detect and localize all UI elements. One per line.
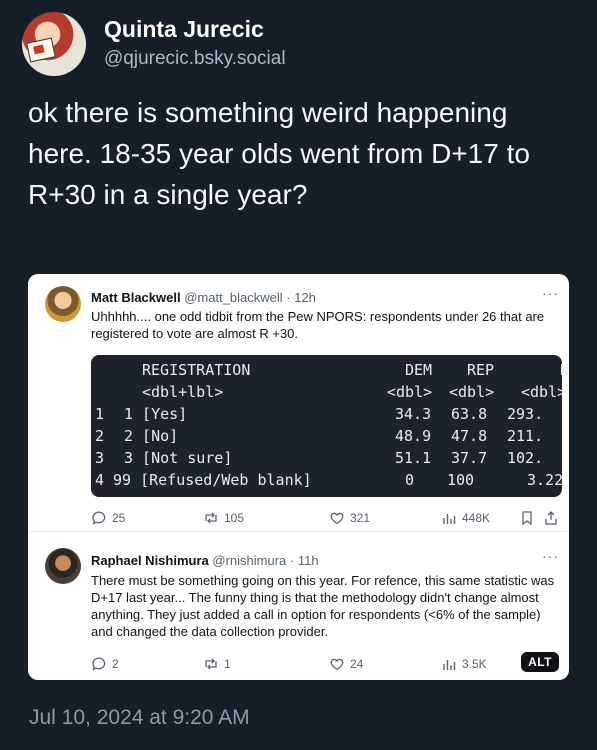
reply-button[interactable]: 2 [91, 656, 119, 672]
row-index: 4 [95, 471, 105, 489]
cell-dem: 51.1 [395, 449, 432, 467]
tweet-avatar [45, 286, 81, 322]
cell-dem: 48.9 [395, 427, 432, 445]
like-button[interactable]: 321 [329, 510, 370, 526]
repost-count: 1 [224, 657, 231, 671]
cell-n: 3.22 [527, 471, 564, 489]
row-index: 1 [95, 405, 105, 423]
tweet-avatar [45, 548, 81, 584]
cell-dem: 0 [405, 471, 415, 489]
author-names: Quinta Jurecic @qjurecic.bsky.social [104, 16, 286, 72]
tweet-actions: 25 105 321 448K [91, 510, 561, 530]
repost-icon [205, 512, 217, 524]
cell-n: 102. [507, 449, 544, 467]
cell-registration: 2 [No] [124, 427, 179, 445]
col-header-dem: DEM [405, 361, 433, 379]
author-display-name[interactable]: Quinta Jurecic [104, 16, 286, 43]
reply-icon [92, 657, 106, 671]
tweet-header: Raphael Nishimura @rnishimura · 11h [91, 552, 319, 569]
analytics-icon [443, 514, 456, 524]
alt-text-badge[interactable]: ALT [521, 652, 559, 672]
tweet-text: There must be something going on this ye… [91, 573, 555, 639]
bookmark-button[interactable] [519, 510, 540, 526]
like-count: 24 [350, 657, 364, 671]
col-type-rep: <dbl> [449, 383, 495, 401]
cell-registration: 1 [Yes] [124, 405, 188, 423]
post-timestamp: Jul 10, 2024 at 9:20 AM [29, 706, 250, 729]
post-text: ok there is something weird happening he… [28, 97, 530, 210]
author-handle[interactable]: @qjurecic.bsky.social [104, 45, 286, 72]
views-count: 3.5K [462, 657, 487, 671]
row-index: 2 [95, 427, 105, 445]
cell-n: 211. [507, 427, 544, 445]
cell-n: 293. [507, 405, 544, 423]
bookmark-icon [522, 511, 532, 526]
repost-button[interactable]: 1 [203, 656, 231, 672]
cell-rep: 100 [447, 471, 475, 489]
tweet-text: Uhhhhh.... one odd tidbit from the Pew N… [91, 309, 545, 341]
reply-count: 2 [112, 657, 119, 671]
cell-registration: 99 [Refused/Web blank] [113, 471, 312, 489]
more-icon: ··· [542, 548, 559, 564]
share-button[interactable] [543, 510, 564, 526]
col-header-registration: REGISTRATION [142, 361, 251, 379]
col-type-registration: <dbl+lbl> [142, 383, 224, 401]
more-icon: ··· [542, 285, 559, 301]
cell-rep: 37.7 [451, 449, 488, 467]
repost-icon [205, 658, 217, 670]
heart-icon [330, 658, 344, 671]
cell-dem: 34.3 [395, 405, 432, 423]
col-header-n: N [560, 361, 569, 379]
views-count: 448K [462, 511, 491, 525]
col-type-dem: <dbl> [387, 383, 433, 401]
embedded-tweet-2: Raphael Nishimura @rnishimura · 11h ··· … [28, 532, 569, 680]
post-header: Quinta Jurecic @qjurecic.bsky.social [22, 12, 286, 76]
embedded-screenshot[interactable]: Matt Blackwell @matt_blackwell · 12h ···… [28, 274, 569, 680]
author-avatar[interactable] [22, 12, 86, 76]
repost-count: 105 [224, 511, 245, 525]
views-button[interactable]: 3.5K [441, 656, 487, 672]
like-count: 321 [350, 511, 371, 525]
tweet-author-name: Matt Blackwell [91, 290, 181, 305]
reply-count: 25 [112, 511, 126, 525]
code-table: REGISTRATION DEM REP N <dbl+lbl> <dbl> <… [91, 355, 569, 497]
embedded-tweet-1: Matt Blackwell @matt_blackwell · 12h ···… [28, 274, 569, 532]
row-index: 3 [95, 449, 105, 467]
analytics-icon [443, 660, 456, 670]
tweet-handle-time: @rnishimura · 11h [212, 553, 319, 568]
tweet-author-name: Raphael Nishimura [91, 553, 209, 568]
col-type-n: <dbl> [521, 383, 567, 401]
tweet-actions: 2 1 24 3.5K [91, 656, 561, 676]
like-button[interactable]: 24 [329, 656, 363, 672]
heart-icon [330, 512, 344, 525]
share-icon [545, 511, 557, 525]
cell-registration: 3 [Not sure] [124, 449, 233, 467]
reply-button[interactable]: 25 [91, 510, 125, 526]
col-header-rep: REP [467, 361, 495, 379]
repost-button[interactable]: 105 [203, 510, 244, 526]
cell-rep: 63.8 [451, 405, 488, 423]
reply-icon [92, 511, 106, 525]
tweet-handle-time: @matt_blackwell · 12h [184, 290, 316, 305]
avatar-card-image [26, 37, 56, 63]
views-button[interactable]: 448K [441, 510, 490, 526]
cell-rep: 47.8 [451, 427, 488, 445]
tweet-header: Matt Blackwell @matt_blackwell · 12h [91, 289, 316, 306]
